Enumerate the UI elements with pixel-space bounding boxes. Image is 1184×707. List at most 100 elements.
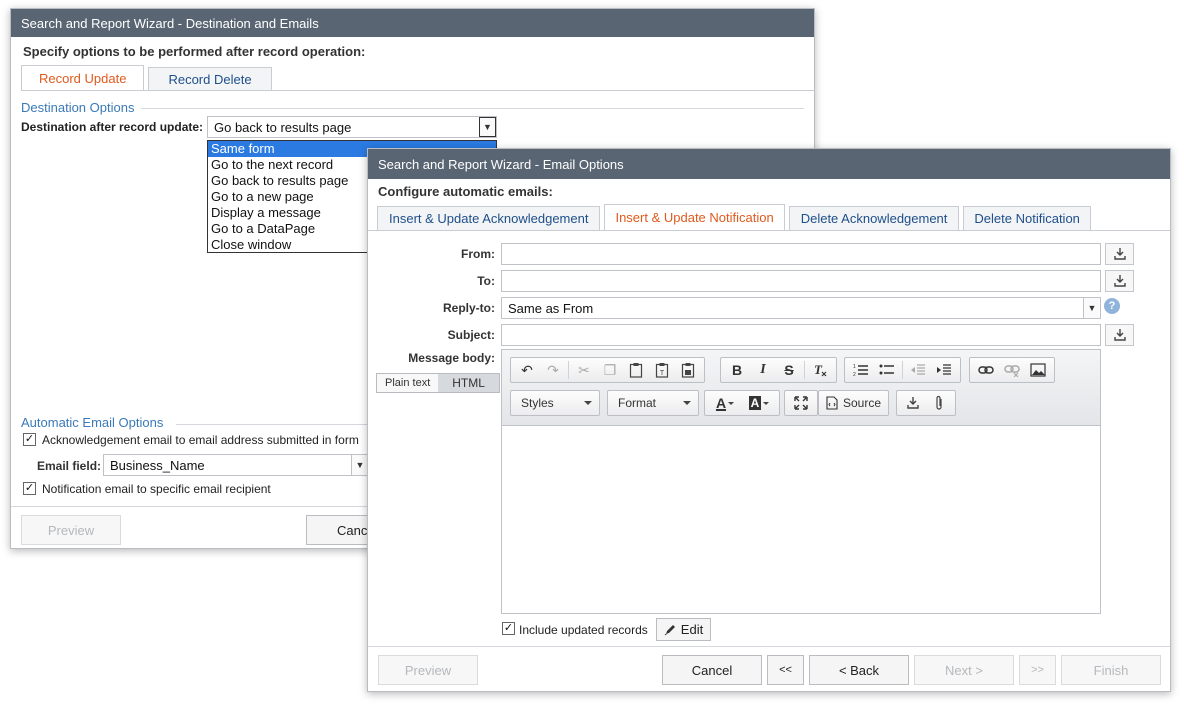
destination-tabs: Record Update Record Delete <box>21 65 276 91</box>
source-label: Source <box>843 396 882 410</box>
last-page-button[interactable]: >> <box>1019 655 1056 685</box>
styles-combo-label: Styles <box>521 396 554 410</box>
toolbar-group-basicstyles: B I S T <box>720 357 837 383</box>
pencil-icon <box>664 625 675 636</box>
destination-options-legend: Destination Options <box>21 100 135 115</box>
unlink-icon[interactable] <box>999 359 1025 381</box>
chevron-down-icon <box>763 401 770 405</box>
email-field-value: Business_Name <box>110 457 205 473</box>
bold-icon[interactable]: B <box>724 359 750 381</box>
destination-dialog-titlebar[interactable]: Search and Report Wizard - Destination a… <box>11 9 814 37</box>
bulleted-list-icon[interactable] <box>874 359 900 381</box>
source-icon <box>826 396 838 410</box>
email-dialog-title: Search and Report Wizard - Email Options <box>378 156 624 172</box>
image-icon[interactable] <box>1025 359 1051 381</box>
insert-field-icon <box>1113 248 1126 260</box>
format-combo[interactable]: Format <box>607 390 699 416</box>
toolbar-group-clipboard: ↶ ↷ ✂ ❐ T <box>510 357 705 383</box>
back-preview-button[interactable]: Preview <box>21 515 121 545</box>
notification-email-checkbox[interactable]: ✓ <box>23 482 36 495</box>
email-field-select[interactable]: Business_Name ▼ <box>103 454 369 476</box>
toolbar-group-colors: A A <box>704 390 780 416</box>
paste-text-icon[interactable]: T <box>649 359 675 381</box>
message-body-label: Message body: <box>408 351 495 365</box>
chevron-down-icon[interactable]: ▼ <box>479 117 496 137</box>
insert-field-icon <box>1113 275 1126 287</box>
tab-insert-update-notification[interactable]: Insert & Update Notification <box>604 204 785 230</box>
text-color-icon[interactable]: A <box>708 392 742 414</box>
edit-button[interactable]: Edit <box>656 618 711 641</box>
email-heading: Configure automatic emails: <box>378 184 553 199</box>
editor-mode-toggle: Plain text HTML <box>376 373 500 393</box>
finish-button[interactable]: Finish <box>1061 655 1161 685</box>
svg-text:T: T <box>660 370 665 377</box>
styles-combo[interactable]: Styles <box>510 390 600 416</box>
remove-format-icon[interactable]: T <box>807 359 833 381</box>
svg-text:2: 2 <box>853 372 856 377</box>
insert-field-subject-button[interactable] <box>1105 324 1134 346</box>
insert-field-from-button[interactable] <box>1105 243 1134 265</box>
email-tabs-divider <box>368 230 1170 231</box>
strikethrough-icon[interactable]: S <box>776 359 802 381</box>
chevron-down-icon[interactable]: ▼ <box>351 455 368 475</box>
chevron-down-icon <box>584 401 592 405</box>
italic-icon[interactable]: I <box>750 359 776 381</box>
numbered-list-icon[interactable]: 12 <box>848 359 874 381</box>
rich-text-editor: ↶ ↷ ✂ ❐ T B I S T 1 2 Styles Format A A … <box>501 349 1101 614</box>
tab-insert-update-ack[interactable]: Insert & Update Acknowledgement <box>377 206 601 230</box>
maximize-icon[interactable] <box>788 392 814 414</box>
tabs-divider <box>21 90 814 91</box>
toolbar-group-paragraph: 12 <box>844 357 961 383</box>
destination-dialog-title: Search and Report Wizard - Destination a… <box>21 15 319 31</box>
link-icon[interactable] <box>973 359 999 381</box>
attachment-icon[interactable] <box>926 392 952 414</box>
toolbar-group-links <box>969 357 1055 383</box>
email-cancel-button[interactable]: Cancel <box>662 655 762 685</box>
insert-field-icon <box>1113 329 1126 341</box>
ack-email-checkbox[interactable]: ✓ <box>23 433 36 446</box>
insert-field-icon[interactable] <box>900 392 926 414</box>
help-icon[interactable]: ? <box>1104 298 1120 314</box>
first-page-button[interactable]: << <box>767 655 804 685</box>
tab-delete-notification[interactable]: Delete Notification <box>963 206 1091 230</box>
source-button[interactable]: Source <box>822 396 885 410</box>
toolbar-separator <box>902 361 903 379</box>
next-button[interactable]: Next > <box>914 655 1014 685</box>
tab-record-update[interactable]: Record Update <box>21 65 145 91</box>
undo-icon[interactable]: ↶ <box>514 359 540 381</box>
plain-text-mode-button[interactable]: Plain text <box>377 374 439 392</box>
destination-select[interactable]: Go back to results page ▼ <box>207 116 497 138</box>
from-input[interactable] <box>501 243 1101 265</box>
toolbar-separator <box>568 361 569 379</box>
toolbar-separator <box>804 361 805 379</box>
destination-options-rule <box>141 108 804 109</box>
automatic-email-rule <box>176 424 376 425</box>
svg-text:T: T <box>814 362 823 377</box>
automatic-email-legend: Automatic Email Options <box>21 415 164 430</box>
reply-to-select[interactable]: Same as From ▼ <box>501 297 1101 319</box>
email-dialog-titlebar[interactable]: Search and Report Wizard - Email Options <box>368 149 1170 179</box>
to-label: To: <box>477 274 495 288</box>
tab-record-delete[interactable]: Record Delete <box>148 67 272 91</box>
background-color-icon[interactable]: A <box>742 392 776 414</box>
redo-icon[interactable]: ↷ <box>540 359 566 381</box>
chevron-down-icon[interactable]: ▼ <box>1083 298 1100 318</box>
notification-email-label: Notification email to specific email rec… <box>42 482 271 496</box>
paste-icon[interactable] <box>623 359 649 381</box>
include-updated-records-checkbox[interactable]: ✓ <box>502 622 515 635</box>
to-input[interactable] <box>501 270 1101 292</box>
cut-icon[interactable]: ✂ <box>571 359 597 381</box>
email-preview-button[interactable]: Preview <box>378 655 478 685</box>
editor-content-area[interactable] <box>502 427 1100 613</box>
html-mode-button[interactable]: HTML <box>438 374 499 392</box>
bg-color-glyph: A <box>748 396 762 410</box>
subject-input[interactable] <box>501 324 1101 346</box>
tab-delete-ack[interactable]: Delete Acknowledgement <box>788 206 960 230</box>
outdent-icon[interactable] <box>905 359 931 381</box>
indent-icon[interactable] <box>931 359 957 381</box>
insert-field-to-button[interactable] <box>1105 270 1134 292</box>
paste-word-icon[interactable] <box>675 359 701 381</box>
include-updated-records-label: Include updated records <box>519 623 648 637</box>
copy-icon[interactable]: ❐ <box>597 359 623 381</box>
back-button[interactable]: < Back <box>809 655 909 685</box>
